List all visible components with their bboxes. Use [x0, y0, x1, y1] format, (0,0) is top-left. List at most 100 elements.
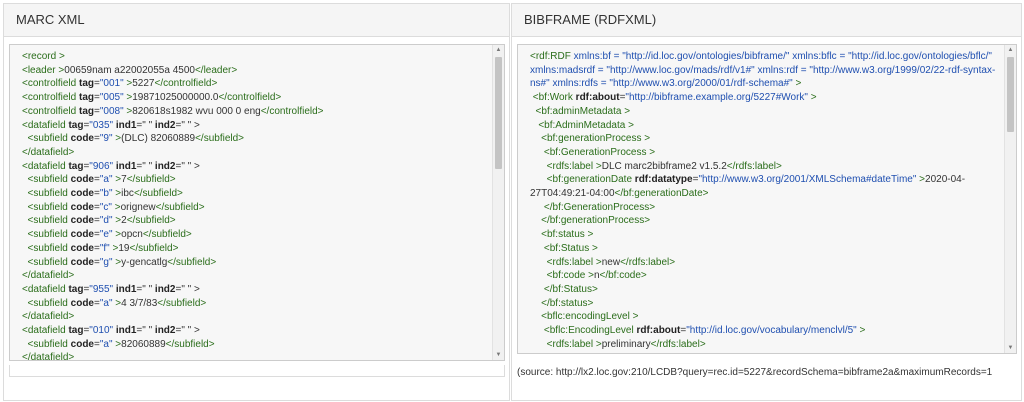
- code-token: >: [112, 188, 122, 200]
- code-token: </subfield>: [165, 338, 215, 350]
- bibframe-code-line: <rdfs:label >preliminary</rdfs:label>: [530, 338, 998, 352]
- scroll-up-arrow-icon[interactable]: ▲: [1005, 45, 1016, 55]
- bibframe-code-line: </bf:Status>: [530, 283, 998, 297]
- code-token: <subfield: [22, 201, 71, 213]
- code-token: </subfield>: [126, 174, 176, 186]
- code-token: >: [123, 92, 133, 104]
- code-token: opcn: [121, 229, 143, 241]
- code-token: <bf:generationDate: [530, 174, 635, 186]
- bibframe-code-line: </bf:generationProcess>: [530, 214, 998, 228]
- scroll-thumb[interactable]: [495, 57, 502, 169]
- code-token: <bf:Status >: [530, 242, 598, 254]
- code-token: <controlfield: [22, 92, 79, 104]
- code-token: <controlfield: [22, 78, 79, 90]
- code-token: </bf:GenerationProcess>: [530, 201, 656, 213]
- scroll-down-arrow-icon[interactable]: ▼: [493, 350, 504, 360]
- code-token: =" " >: [175, 160, 200, 172]
- code-token: </bf:code>: [599, 270, 647, 282]
- scroll-thumb[interactable]: [1007, 57, 1014, 132]
- marc-xml-code-line: <datafield tag="010" ind1=" " ind2=" " >: [22, 324, 486, 338]
- code-token: "http://bibframe.example.org/5227#Work": [625, 92, 808, 104]
- code-token: <subfield: [22, 188, 71, 200]
- code-token: 00659nam a22002055a 4500: [64, 64, 195, 76]
- marc-xml-code-line: <controlfield tag="008" >820618s1982 wvu…: [22, 105, 486, 119]
- marc-xml-panel-title: MARC XML: [4, 4, 509, 37]
- code-token: <bflc:encodingLevel >: [530, 311, 639, 323]
- code-token: </controlfield>: [260, 105, 324, 117]
- code-token: >: [123, 78, 133, 90]
- code-token: code: [70, 201, 94, 213]
- code-token: tag: [68, 325, 84, 337]
- code-token: </datafield>: [22, 146, 75, 158]
- code-token: code: [70, 215, 94, 227]
- code-token: >: [112, 256, 122, 268]
- code-token: <bf:AdminMetadata >: [530, 119, 634, 131]
- code-token: "a": [99, 297, 113, 309]
- marc-xml-code-line: <controlfield tag="005" >19871025000000.…: [22, 91, 486, 105]
- marc-xml-code-line: </datafield>: [22, 146, 486, 160]
- code-token: </controlfield>: [154, 78, 218, 90]
- bibframe-code-box[interactable]: <rdf:RDF xmlns:bf = "http://id.loc.gov/o…: [517, 44, 1017, 354]
- marc-xml-code-box[interactable]: <record > <leader >00659nam a22002055a 45…: [9, 44, 505, 361]
- code-token: "e": [99, 229, 113, 241]
- marc-xml-code-line: <datafield tag="035" ind1=" " ind2=" " >: [22, 119, 486, 133]
- code-token: </leader>: [194, 64, 238, 76]
- code-token: "035": [89, 119, 114, 131]
- code-token: <bf:status >: [530, 229, 594, 241]
- bibframe-code-line: <bf:generationProcess >: [530, 132, 998, 146]
- code-token: <leader >: [22, 64, 65, 76]
- code-token: <rdf:RDF: [530, 51, 574, 62]
- bibframe-code-line: <bflc:EncodingLevel rdf:about="http://id…: [530, 324, 998, 338]
- code-token: =" ": [136, 283, 155, 295]
- code-token: "008": [99, 105, 124, 117]
- code-token: <subfield: [22, 229, 71, 241]
- code-token: <subfield: [22, 242, 71, 254]
- marc-xml-code-line: <subfield code="a" >4 3/7/83</subfield>: [22, 297, 486, 311]
- code-token: <subfield: [22, 215, 71, 227]
- code-token: <datafield: [22, 119, 69, 131]
- marc-xml-scrollbar[interactable]: ▲ ▼: [492, 45, 504, 360]
- code-token: <bf:code >: [530, 270, 594, 282]
- code-token: ind2: [154, 160, 176, 172]
- code-token: "955": [89, 283, 114, 295]
- scroll-up-arrow-icon[interactable]: ▲: [493, 45, 504, 55]
- code-token: =" " >: [175, 119, 200, 131]
- code-token: code: [70, 338, 94, 350]
- code-token: code: [70, 133, 94, 145]
- code-token: 19871025000000.0: [132, 92, 219, 104]
- bibframe-code-line: <bf:code >n</bf:code>: [530, 269, 998, 283]
- code-token: >: [112, 297, 122, 309]
- code-token: </subfield>: [167, 256, 217, 268]
- app-root: MARC XML <record > <leader >00659nam a220…: [0, 0, 1024, 402]
- code-token: "a": [99, 174, 113, 186]
- code-token: <subfield: [22, 297, 71, 309]
- code-token: code: [70, 174, 94, 186]
- code-token: code: [70, 242, 94, 254]
- code-token: >: [112, 133, 122, 145]
- code-token: orignew: [120, 201, 156, 213]
- code-token: rdf:about: [636, 325, 681, 337]
- bibframe-code-line: </bf:status>: [530, 297, 998, 311]
- code-token: "d": [99, 215, 113, 227]
- bibframe-code-line: <bf:status >: [530, 228, 998, 242]
- code-token: "005": [99, 92, 124, 104]
- code-token: >: [112, 229, 122, 241]
- code-token: code: [70, 229, 94, 241]
- code-token: <subfield: [22, 256, 71, 268]
- code-token: 19: [118, 242, 130, 254]
- bibframe-scrollbar[interactable]: ▲ ▼: [1004, 45, 1016, 353]
- code-token: </datafield>: [22, 352, 75, 361]
- code-token: code: [70, 297, 94, 309]
- code-token: "f": [99, 242, 110, 254]
- bibframe-code-line: <bflc:encodingLevel >: [530, 310, 998, 324]
- code-token: ind1: [113, 160, 137, 172]
- marc-xml-code-line: <datafield tag="955" ind1=" " ind2=" " >: [22, 283, 486, 297]
- code-token: </subfield>: [129, 242, 179, 254]
- scroll-down-arrow-icon[interactable]: ▼: [1005, 343, 1016, 353]
- marc-xml-panel: MARC XML <record > <leader >00659nam a220…: [3, 3, 510, 401]
- bibframe-code-line: </bf:GenerationProcess>: [530, 201, 998, 215]
- code-token: >: [792, 78, 802, 90]
- code-token: =" " >: [175, 283, 200, 295]
- code-token: >: [916, 174, 926, 186]
- bibframe-code-line: <rdfs:label >new</rdfs:label>: [530, 256, 998, 270]
